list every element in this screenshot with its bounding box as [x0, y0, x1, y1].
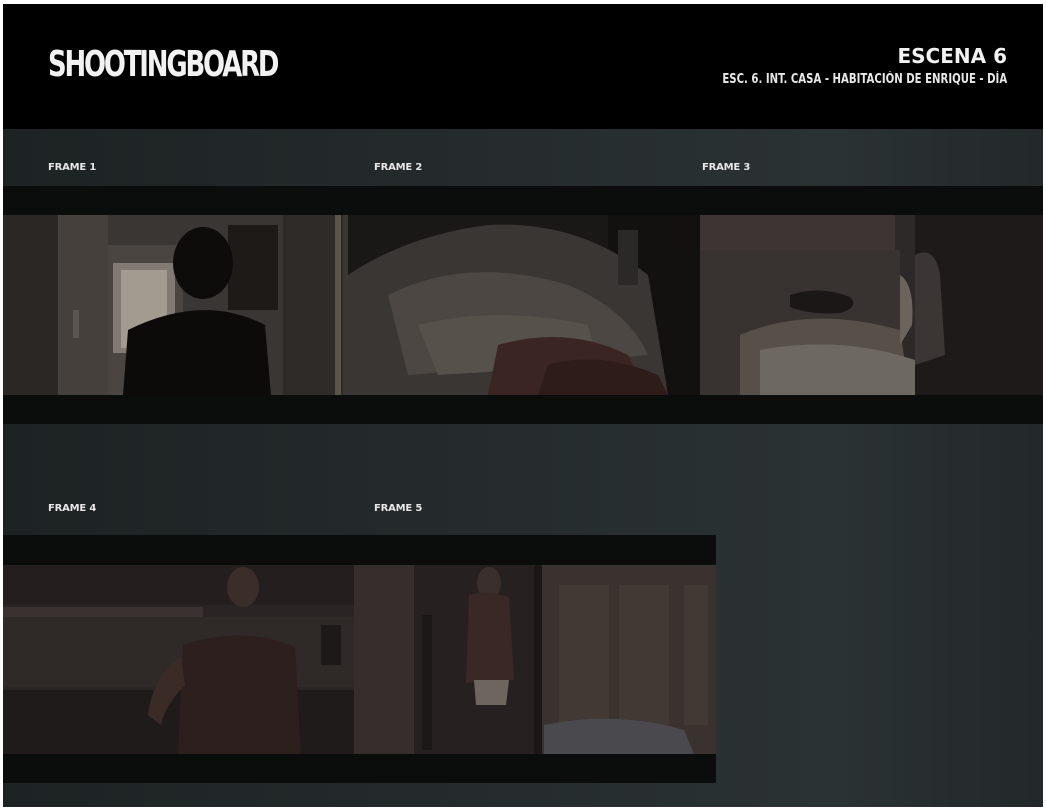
frame-3-image	[700, 215, 1043, 395]
header-bar: SHOOTINGBOARD ESCENA 6 ESC. 6. INT. CASA…	[3, 4, 1043, 129]
frame-5-still	[354, 565, 716, 754]
frame-2-label: FRAME 2	[374, 162, 423, 173]
brand-title: SHOOTINGBOARD	[48, 44, 279, 85]
frame-2-image	[348, 215, 700, 395]
shootingboard-page: SHOOTINGBOARD ESCENA 6 ESC. 6. INT. CASA…	[3, 4, 1043, 807]
scene-subtitle: ESC. 6. INT. CASA - HABITACIÓN DE ENRIQU…	[722, 72, 1007, 87]
frame-5-image	[354, 565, 716, 754]
frame-3-still	[700, 215, 1043, 395]
frame-1-still	[3, 215, 348, 395]
scene-title: ESCENA 6	[897, 44, 1007, 68]
frame-3-label: FRAME 3	[702, 162, 751, 173]
frame-4-label: FRAME 4	[48, 503, 97, 514]
frame-1-label: FRAME 1	[48, 162, 97, 173]
frame-2-still	[348, 215, 700, 395]
frame-1-image	[3, 215, 348, 395]
frame-5-label: FRAME 5	[374, 503, 423, 514]
frame-4-still	[3, 565, 354, 754]
frame-4-image	[3, 565, 354, 754]
